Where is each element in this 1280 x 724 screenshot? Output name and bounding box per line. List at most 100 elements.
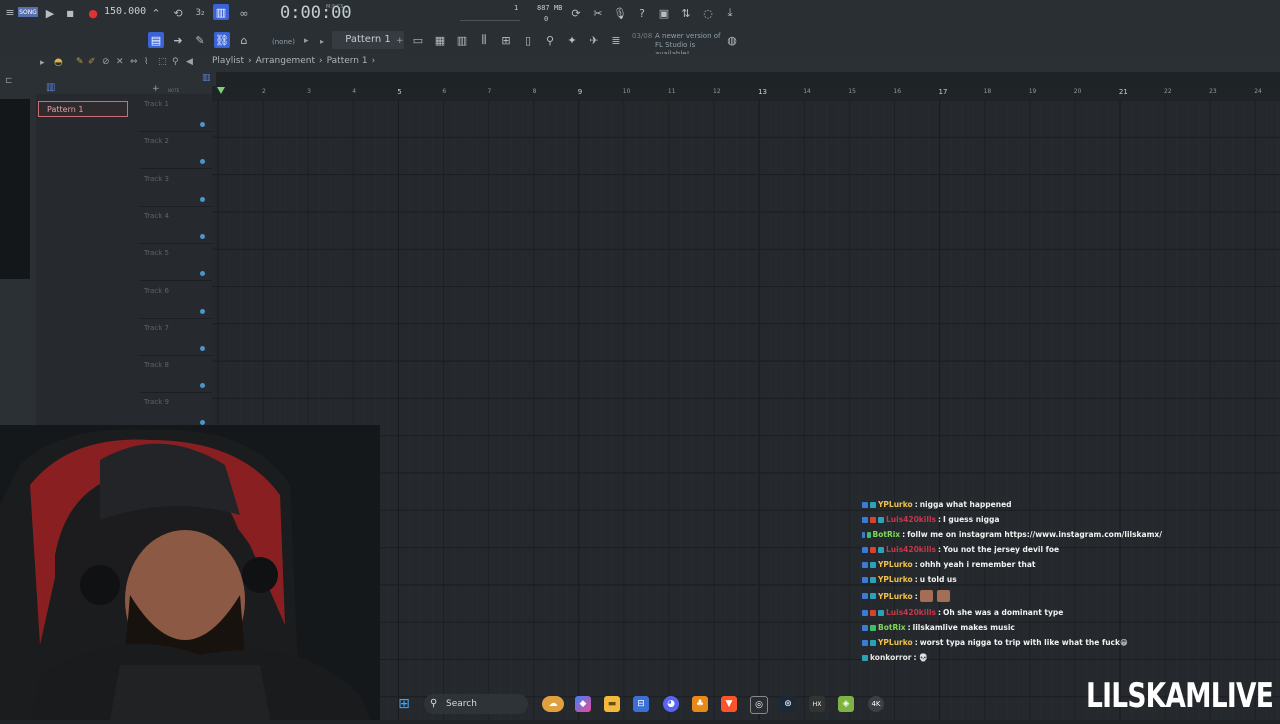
breadcrumb-item[interactable]: Pattern 1 xyxy=(327,56,368,66)
track-enable-led[interactable] xyxy=(200,233,205,239)
metronome-icon[interactable]: ⌃ xyxy=(148,5,164,21)
chat-username[interactable]: Luis420kills xyxy=(886,608,936,617)
fl-studio-icon[interactable]: ♣ xyxy=(692,696,708,712)
breadcrumb-item[interactable]: Arrangement xyxy=(256,56,315,66)
wait-icon[interactable]: ⟲ xyxy=(170,5,186,21)
tempo-tap-icon[interactable]: ✈ xyxy=(586,32,602,48)
file-explorer-icon[interactable]: ▬ xyxy=(604,696,620,712)
chat-username[interactable]: Luis420kills xyxy=(886,545,936,554)
browser-folder-icon[interactable]: ⊏ xyxy=(5,76,13,86)
track-enable-led[interactable] xyxy=(200,159,205,165)
chat-username[interactable]: BotRix xyxy=(873,530,901,539)
stop-button[interactable]: ■ xyxy=(62,5,78,21)
chat-username[interactable]: BotRix xyxy=(878,623,906,632)
slip-tool-icon[interactable]: ⇔ xyxy=(130,57,138,67)
windows-start-icon[interactable]: ⊞ xyxy=(396,696,412,712)
snap-selector[interactable]: (none) xyxy=(272,38,295,47)
track-enable-led[interactable] xyxy=(200,271,205,277)
track-header[interactable]: Track 1 xyxy=(140,94,212,132)
tools-icon[interactable]: ✦ xyxy=(564,32,580,48)
brush-icon[interactable]: ✐ xyxy=(88,57,96,67)
picker-toggle-icon[interactable]: ▥ xyxy=(46,82,55,93)
browser-tree[interactable] xyxy=(0,99,30,279)
pattern-add-icon[interactable]: + xyxy=(396,37,404,46)
tempo-display[interactable]: 150.000 xyxy=(104,6,146,17)
overlay-app-icon[interactable]: ◎ xyxy=(750,696,768,714)
download-icon[interactable]: ⤓ xyxy=(722,5,738,21)
file-icon[interactable]: ▯ xyxy=(520,32,536,48)
select-tool-icon[interactable]: ⬚ xyxy=(158,57,167,67)
pencil-icon[interactable]: ✎ xyxy=(76,57,84,67)
pattern-selector[interactable]: Pattern 1 xyxy=(332,31,404,49)
discord-icon[interactable]: ◕ xyxy=(663,696,679,712)
chat-username[interactable]: YPLurko xyxy=(878,638,913,647)
update-globe-icon[interactable]: ◍ xyxy=(724,32,740,48)
track-header[interactable]: Track 8 xyxy=(140,355,212,394)
menu-icon[interactable]: ≡ xyxy=(2,4,18,20)
undo-history-icon[interactable]: ⟳ xyxy=(568,5,584,21)
track-header[interactable]: Track 4 xyxy=(140,206,212,244)
track-header[interactable]: Track 2 xyxy=(140,131,212,170)
chat-username[interactable]: YPLurko xyxy=(878,575,913,584)
track-header[interactable]: Track 6 xyxy=(140,281,212,319)
chat-username[interactable]: Luis420kills xyxy=(886,515,936,524)
taskbar-search[interactable]: ⚲ Search xyxy=(424,694,528,714)
track-enable-led[interactable] xyxy=(200,308,205,314)
browser-icon[interactable]: ⊞ xyxy=(498,32,514,48)
track-header[interactable]: Track 3 xyxy=(140,169,212,207)
save-icon[interactable]: ▣ xyxy=(656,5,672,21)
loop-record-icon[interactable]: ∞ xyxy=(236,5,252,21)
link-tool-icon[interactable]: ⛓ xyxy=(214,32,230,48)
song-mode-button[interactable]: SONG xyxy=(18,7,38,17)
zoom-tool-icon[interactable]: ⚲ xyxy=(172,57,179,67)
track-enable-led[interactable] xyxy=(200,383,205,389)
app-icon[interactable]: ◈ xyxy=(838,696,854,712)
store-icon[interactable]: ⊟ xyxy=(633,696,649,712)
playlist-options-icon[interactable]: ▸ xyxy=(40,58,45,68)
cut-icon[interactable]: ✂ xyxy=(590,5,606,21)
chat-icon[interactable]: ◌ xyxy=(700,5,716,21)
chat-username[interactable]: YPLurko xyxy=(878,560,913,569)
track-header[interactable]: Track 7 xyxy=(140,318,212,356)
master-pitch-slider[interactable] xyxy=(460,8,520,21)
copilot-icon[interactable]: ◆ xyxy=(575,696,591,712)
4k-video-icon[interactable]: 4K xyxy=(868,696,884,712)
countdown-icon[interactable]: 3₂ xyxy=(192,5,208,21)
plugin-picker-icon[interactable]: ⚲ xyxy=(542,32,558,48)
magnet-icon[interactable]: ◓ xyxy=(54,57,63,68)
track-header[interactable]: Track 5 xyxy=(140,243,212,282)
steam-icon[interactable]: ⊛ xyxy=(780,696,796,712)
channel-rack-icon[interactable]: ▥ xyxy=(454,32,470,48)
mixer-icon[interactable]: ⫼ xyxy=(476,32,492,48)
track-enable-led[interactable] xyxy=(200,345,205,351)
chat-username[interactable]: YPLurko xyxy=(878,592,913,601)
delete-tool-icon[interactable]: ⊘ xyxy=(102,57,110,67)
mic-icon[interactable]: 🎙 xyxy=(612,5,628,21)
record-button[interactable]: ● xyxy=(85,5,101,21)
chat-username[interactable]: konkorror xyxy=(870,653,911,662)
piano-roll-icon[interactable]: ▦ xyxy=(432,32,448,48)
arrow-right-icon[interactable]: ➜ xyxy=(170,32,186,48)
playhead-marker[interactable] xyxy=(217,87,225,94)
timeline-ruler[interactable]: 2 3 4 5 6 7 8 9 10 11 12 13 14 15 16 17 18 19 20 21 22 23 24 xyxy=(212,86,1280,101)
add-pattern-icon[interactable]: + xyxy=(152,84,160,94)
pattern-prev-icon[interactable]: ▸ xyxy=(320,37,324,46)
playlist-view-icon[interactable]: ▤ xyxy=(148,32,164,48)
play-button[interactable]: ▶ xyxy=(42,5,58,21)
hyperx-icon[interactable]: HX xyxy=(809,696,825,712)
playback-tool-icon[interactable]: ◀ xyxy=(186,57,193,67)
blend-notes-icon[interactable]: ▥ xyxy=(213,4,229,20)
pattern-item[interactable]: Pattern 1 xyxy=(38,101,128,117)
chat-username[interactable]: YPLurko xyxy=(878,500,913,509)
playlist-icon[interactable]: ▭ xyxy=(410,32,426,48)
draw-tool-icon[interactable]: ✎ xyxy=(192,32,208,48)
track-mode-icon[interactable]: ▥ xyxy=(202,73,212,83)
breadcrumb-item[interactable]: Playlist xyxy=(212,56,244,66)
brave-icon[interactable]: ▼ xyxy=(721,696,737,712)
track-enable-led[interactable] xyxy=(200,196,205,202)
slice-tool-icon[interactable]: ⌇ xyxy=(144,57,148,67)
render-icon[interactable]: ⇅ xyxy=(678,5,694,21)
help-icon[interactable]: ? xyxy=(634,5,650,21)
stamp-icon[interactable]: ⌂ xyxy=(236,32,252,48)
track-enable-led[interactable] xyxy=(200,122,205,127)
